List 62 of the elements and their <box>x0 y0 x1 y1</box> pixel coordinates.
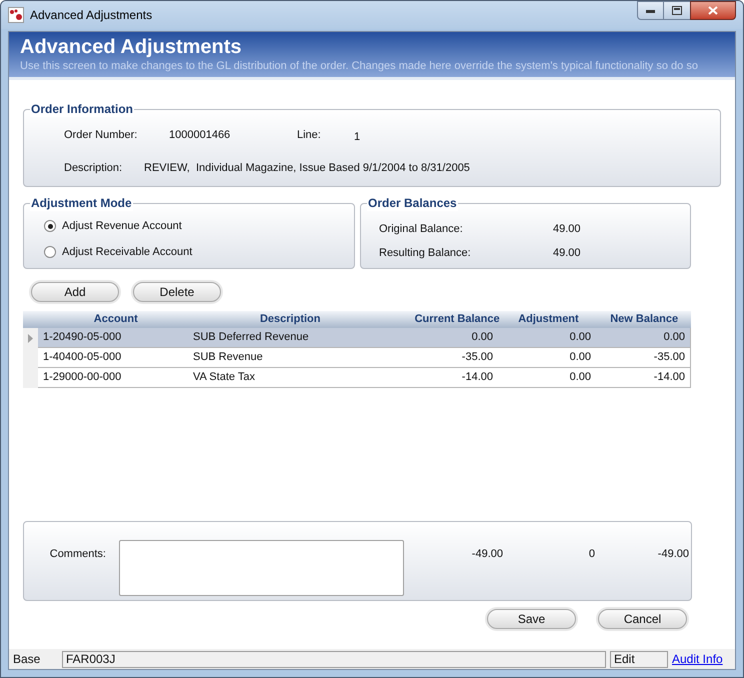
radio-option[interactable]: Adjust Revenue Account <box>44 218 182 234</box>
table-cell-text: 0.00 <box>568 330 592 346</box>
maximize-button[interactable] <box>664 1 690 20</box>
line-value: 1 <box>354 130 360 145</box>
row-header[interactable] <box>23 328 38 348</box>
maximize-icon <box>672 6 682 15</box>
table-row[interactable]: 1-29000-00-000 VA State Tax -14.00 0.00 -14.00 <box>38 368 691 388</box>
table-cell-text: -14.00 <box>460 370 494 386</box>
grid-action-button[interactable]: Delete <box>133 282 221 302</box>
table-cell-text: -35.00 <box>652 350 686 366</box>
audit-info-link[interactable]: Audit Info <box>672 650 723 668</box>
status-state: Edit <box>610 650 668 668</box>
window-title: Advanced Adjustments <box>30 7 152 24</box>
minimize-icon <box>646 8 655 12</box>
dialog-button[interactable]: Save <box>487 609 576 629</box>
field-label: Description: <box>64 160 124 176</box>
table-cell-text: 0.00 <box>568 370 592 386</box>
comments-field[interactable] <box>119 540 404 596</box>
row-pointer-icon <box>28 334 33 342</box>
field-label: Line: <box>297 128 322 143</box>
table-cell-text: -14.00 <box>652 370 686 386</box>
table-cell-text: 1-40400-05-000 <box>42 350 122 366</box>
grid-action-button[interactable]: Add <box>31 282 119 302</box>
status-form-id: FAR003J <box>62 650 606 668</box>
column-header[interactable]: Adjustment <box>500 311 598 328</box>
table-row[interactable]: 1-40400-05-000 SUB Revenue -35.00 0.00 -35.00 <box>38 348 691 368</box>
description-value: REVIEW, Individual Magazine, Issue Based 9/1/2004 to 8/31/2005 <box>144 160 470 176</box>
table-cell-text: 0.00 <box>568 350 592 366</box>
table-row[interactable]: 1-20490-05-000 SUB Deferred Revenue 0.00 0.00 0.00 <box>38 328 691 348</box>
comments-label: Comments: <box>48 547 107 562</box>
minimize-button[interactable] <box>637 1 664 20</box>
table-cell-text: SUB Revenue <box>192 350 264 366</box>
table-cell-text: 1-20490-05-000 <box>42 330 122 346</box>
table-cell-text: -35.00 <box>460 350 494 366</box>
table-cell-text: 0.00 <box>662 330 686 346</box>
column-header[interactable]: Account <box>41 311 191 328</box>
total-adjustment: 0 <box>588 547 595 562</box>
field-label: Resulting Balance: <box>379 246 472 261</box>
column-header[interactable]: Description <box>190 311 390 328</box>
original-balance-value: 49.00 <box>553 222 581 237</box>
radio-option[interactable]: Adjust Receivable Account <box>44 244 192 260</box>
dialog-button[interactable]: Cancel <box>598 609 687 629</box>
column-header[interactable]: New Balance <box>597 311 692 328</box>
close-icon <box>708 6 718 15</box>
table-cell-text: 0.00 <box>470 330 494 346</box>
field-label: Order Number: <box>64 128 138 143</box>
status-mode: Base <box>13 651 42 668</box>
page-subtitle: Use this screen to make changes to the GL distribution of the order. Changes made here override the system's typical functionality so do so <box>20 59 699 73</box>
group-legend: Order Balances <box>367 195 458 211</box>
close-button[interactable] <box>690 1 736 20</box>
column-header[interactable]: Current Balance <box>390 311 500 328</box>
table-cell-text: SUB Deferred Revenue <box>192 330 310 346</box>
table-cell-text: 1-29000-00-000 <box>42 370 122 386</box>
page-title: Advanced Adjustments <box>20 35 243 59</box>
group-legend: Adjustment Mode <box>30 195 133 211</box>
resulting-balance-value: 49.00 <box>553 246 581 261</box>
total-new-balance: -49.00 <box>656 547 689 562</box>
order-number-value: 1000001466 <box>169 128 232 143</box>
table-cell-text: VA State Tax <box>192 370 256 386</box>
app-logo-icon <box>8 7 24 23</box>
field-label: Original Balance: <box>379 222 464 237</box>
total-current-balance: -49.00 <box>470 547 503 562</box>
